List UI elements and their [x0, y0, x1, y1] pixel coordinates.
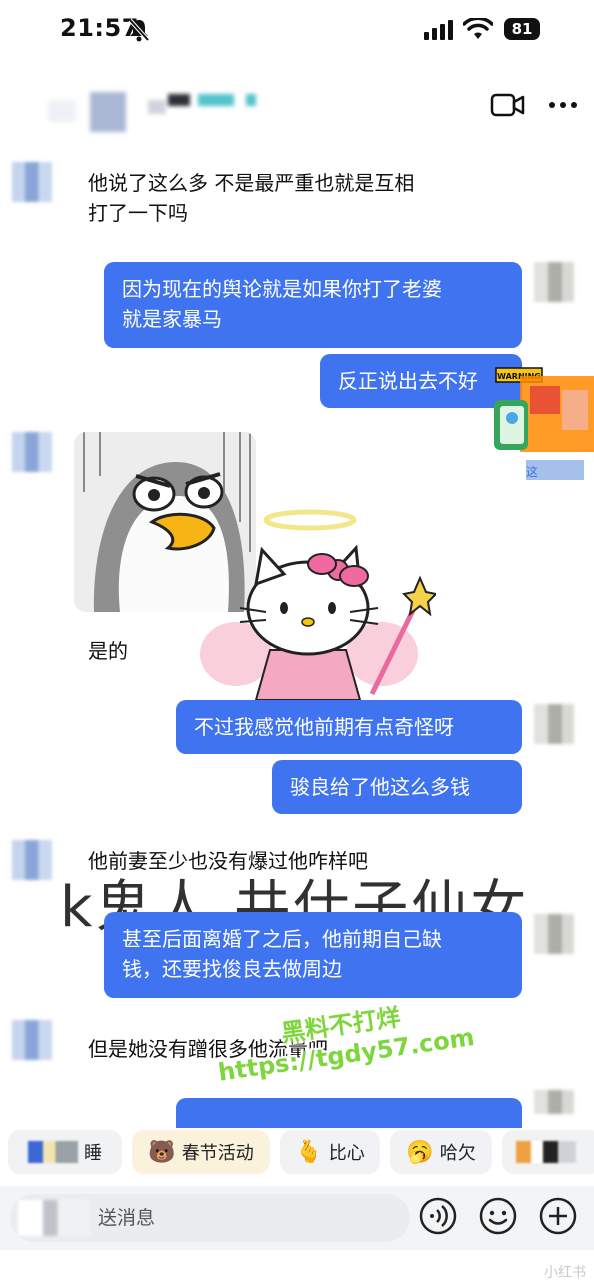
add-icon[interactable] [538, 1196, 578, 1236]
redacted-icon [28, 1141, 78, 1163]
message-outgoing: 骏良给了他这么多钱 [272, 760, 522, 814]
site-watermark: 黑料不打烊 https://tgdy57.com [212, 992, 476, 1087]
voice-icon[interactable] [418, 1196, 458, 1236]
quick-reply-chip[interactable]: 🥱 哈欠 [390, 1130, 492, 1174]
avatar[interactable] [12, 1020, 52, 1060]
contact-name-redacted[interactable] [48, 92, 258, 132]
avatar[interactable] [534, 914, 574, 954]
status-bar: 21:57 81 [0, 0, 594, 70]
message-incoming: 他说了这么多 不是最严重也就是互相 打了一下吗 [88, 171, 415, 225]
video-call-icon[interactable] [490, 92, 526, 118]
message-incoming: 是的 [88, 639, 128, 663]
quick-reply-label: 睡 [84, 1143, 102, 1164]
quick-reply-label: 哈欠 [439, 1143, 476, 1164]
finger-heart-icon: 🫰 [295, 1139, 323, 1165]
message-outgoing-partial [176, 1098, 522, 1128]
signal-icon [424, 20, 453, 40]
message-outgoing: 因为现在的舆论就是如果你打了老婆 就是家暴马 [104, 262, 522, 348]
message-outgoing: 不过我感觉他前期有点奇怪呀 [176, 700, 522, 754]
avatar[interactable] [534, 1090, 574, 1114]
bell-mute-icon [128, 18, 150, 42]
quick-reply-chip[interactable]: 🐻 春节活动 [132, 1130, 270, 1174]
quick-reply-chip[interactable]: 🫰 比心 [280, 1130, 380, 1174]
quick-reply-chip[interactable] [502, 1130, 594, 1174]
hello-kitty-sticker [200, 509, 436, 701]
battery-icon: 81 [504, 18, 540, 40]
bear-icon: 🐻 [148, 1139, 176, 1165]
avatar[interactable] [12, 432, 52, 472]
yawn-icon: 🥱 [406, 1139, 434, 1165]
quick-reply-label: 比心 [328, 1143, 365, 1164]
wifi-icon [463, 18, 493, 39]
quick-reply-bar: 睡 🐻 春节活动 🫰 比心 🥱 哈欠 [0, 1130, 594, 1174]
emoji-icon[interactable] [478, 1196, 518, 1236]
avatar[interactable] [534, 704, 574, 744]
warning-sticker: WARNING 这 [494, 367, 594, 480]
more-icon[interactable] [548, 100, 578, 110]
input-placeholder: 送消息 [98, 1207, 156, 1229]
svg-text:这: 这 [526, 464, 538, 479]
footer-watermark: 小红书 [544, 1265, 586, 1281]
avatar[interactable] [534, 262, 574, 302]
redacted-icon [516, 1141, 576, 1163]
avatar[interactable] [12, 162, 52, 202]
avatar[interactable] [12, 840, 52, 880]
message-outgoing: 甚至后面离婚了之后，他前期自己缺 钱，还要找俊良去做周边 [104, 912, 522, 998]
input-bar: 送消息 [0, 1186, 594, 1250]
quick-reply-chip[interactable]: 睡 [8, 1130, 122, 1174]
input-redacted [18, 1200, 90, 1236]
quick-reply-label: 春节活动 [181, 1143, 254, 1164]
